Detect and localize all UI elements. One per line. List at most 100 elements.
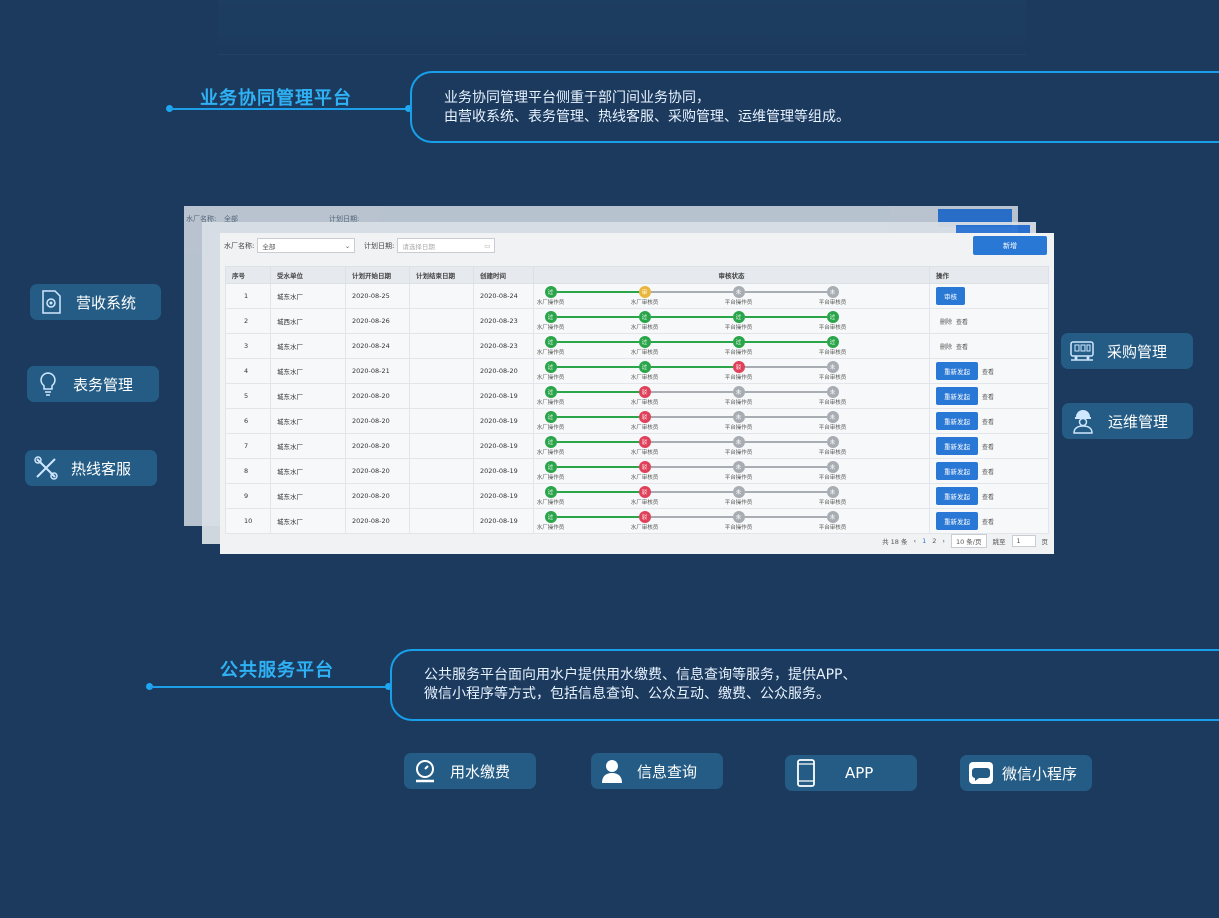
- business-desc-box: 业务协同管理平台侧重于部门间业务协同， 由营收系统、表务管理、热线客服、采购管理…: [410, 71, 1219, 143]
- status-node: 未: [732, 386, 745, 398]
- date-input[interactable]: 请选择日期 ▭: [397, 238, 496, 253]
- table-row: 5 城东水厂 2020-08-20 2020-08-19 过水厂操作员驳水厂审核员未平台…: [225, 383, 1049, 409]
- prev-page-icon[interactable]: ‹: [913, 537, 916, 545]
- view-link[interactable]: 查看: [982, 444, 994, 451]
- business-desc-line1: 业务协同管理平台侧重于部门间业务协同，: [444, 90, 710, 106]
- cell-action: 重新发起 查看: [929, 433, 1049, 459]
- service-app[interactable]: APP: [785, 755, 917, 791]
- status-node: 未: [826, 286, 839, 298]
- status-node-label: 水厂审核员: [630, 375, 659, 381]
- module-operations-label: 运维管理: [1108, 412, 1169, 431]
- module-procurement[interactable]: 采购管理: [1061, 333, 1193, 369]
- resubmit-button[interactable]: 重新发起: [936, 487, 978, 505]
- status-node-label: 平台审核员: [818, 500, 847, 506]
- review-button[interactable]: 审核: [936, 287, 965, 305]
- page-size-select[interactable]: 10 条/页: [950, 534, 987, 548]
- status-node-label: 水厂审核员: [630, 300, 659, 306]
- header-action: 操作: [929, 266, 1049, 284]
- status-node-label: 平台操作员: [724, 300, 753, 306]
- cell-end: [409, 308, 474, 334]
- resubmit-button[interactable]: 重新发起: [936, 362, 978, 380]
- view-link[interactable]: 查看: [956, 319, 968, 326]
- plant-select[interactable]: 全部 ⌄: [257, 238, 356, 253]
- cell-start: 2020-08-20: [345, 458, 410, 484]
- service-info-query-label: 信息查询: [637, 762, 698, 781]
- status-node: 过: [544, 461, 557, 473]
- status-node: 过: [544, 411, 557, 423]
- delete-link[interactable]: 删除: [940, 344, 952, 351]
- cell-start: 2020-08-21: [345, 358, 410, 384]
- view-link[interactable]: 查看: [982, 419, 994, 426]
- view-link[interactable]: 查看: [956, 344, 968, 351]
- status-node-label: 平台操作员: [724, 500, 753, 506]
- resubmit-button[interactable]: 重新发起: [936, 512, 978, 530]
- status-node-label: 平台操作员: [724, 475, 753, 481]
- service-water-payment[interactable]: 用水缴费: [404, 753, 536, 789]
- cell-action: 重新发起 查看: [929, 383, 1049, 409]
- table-row: 7 城东水厂 2020-08-20 2020-08-19 过水厂操作员驳水厂审核员未平台…: [225, 433, 1049, 459]
- module-hotline[interactable]: 热线客服: [25, 450, 157, 486]
- cell-action: 重新发起 查看: [929, 458, 1049, 484]
- cell-unit: 城东水厂: [270, 408, 346, 434]
- status-node: 过: [544, 511, 557, 523]
- status-node: 未: [826, 511, 839, 523]
- status-node-label: 平台审核员: [818, 525, 847, 531]
- resubmit-button[interactable]: 重新发起: [936, 412, 978, 430]
- status-node: 过: [732, 336, 745, 348]
- status-node: 驳: [638, 436, 651, 448]
- train-icon: [1069, 338, 1095, 364]
- resubmit-button[interactable]: 重新发起: [936, 462, 978, 480]
- audit-stepper: 过水厂操作员 驳水厂审核员 未平台操作员 未平台审核员: [537, 384, 927, 408]
- status-node: 审: [638, 286, 651, 298]
- audit-stepper: 过水厂操作员 驳水厂审核员 未平台操作员 未平台审核员: [537, 409, 927, 433]
- status-node-label: 水厂审核员: [630, 425, 659, 431]
- next-page-icon[interactable]: ›: [942, 537, 945, 545]
- table-row: 10 城东水厂 2020-08-20 2020-08-19 过水厂操作员驳水厂审核员未平…: [225, 508, 1049, 534]
- table-row: 2 城西水厂 2020-08-26 2020-08-23 过水厂操作员过水厂审核员过平台…: [225, 308, 1049, 334]
- stepper-connector: [556, 441, 639, 443]
- user-icon: [599, 758, 625, 784]
- status-node-label: 水厂操作员: [536, 325, 565, 331]
- goto-input[interactable]: 1: [1011, 535, 1036, 547]
- view-link[interactable]: 查看: [982, 469, 994, 476]
- status-node-label: 平台操作员: [724, 450, 753, 456]
- view-link[interactable]: 查看: [982, 519, 994, 526]
- stepper-connector: [650, 316, 733, 318]
- module-operations[interactable]: 运维管理: [1062, 403, 1193, 439]
- cell-unit: 城东水厂: [270, 383, 346, 409]
- table-row: 8 城东水厂 2020-08-20 2020-08-19 过水厂操作员驳水厂审核员未平台…: [225, 458, 1049, 484]
- status-node: 驳: [732, 361, 745, 373]
- business-desc-line2: 由营收系统、表务管理、热线客服、采购管理、运维管理等组成。: [444, 109, 850, 125]
- module-revenue[interactable]: 营收系统: [30, 284, 161, 320]
- cell-end: [409, 383, 474, 409]
- add-button[interactable]: 新增: [973, 236, 1047, 255]
- view-link[interactable]: 查看: [982, 369, 994, 376]
- status-node-label: 水厂操作员: [536, 500, 565, 506]
- cell-action: 删除 查看: [929, 333, 1049, 359]
- resubmit-button[interactable]: 重新发起: [936, 387, 978, 405]
- cell-start: 2020-08-24: [345, 333, 410, 359]
- cell-unit: 城东水厂: [270, 358, 346, 384]
- resubmit-button[interactable]: 重新发起: [936, 437, 978, 455]
- status-node-label: 平台审核员: [818, 350, 847, 356]
- module-meter[interactable]: 表务管理: [27, 366, 159, 402]
- status-node-label: 平台操作员: [724, 525, 753, 531]
- page-2[interactable]: 2: [932, 537, 936, 545]
- status-node: 驳: [638, 411, 651, 423]
- cell-end: [409, 458, 474, 484]
- stepper-connector: [650, 416, 733, 418]
- cell-action: 重新发起 查看: [929, 508, 1049, 534]
- service-info-query[interactable]: 信息查询: [591, 753, 723, 789]
- cell-status: 过水厂操作员 驳水厂审核员 未平台操作员 未平台审核员: [533, 458, 930, 484]
- status-node-label: 平台审核员: [818, 450, 847, 456]
- status-node-label: 水厂审核员: [630, 325, 659, 331]
- service-mini-program[interactable]: 微信小程序: [960, 755, 1092, 791]
- page-1[interactable]: 1: [922, 537, 926, 545]
- service-app-label: APP: [845, 764, 874, 782]
- view-link[interactable]: 查看: [982, 494, 994, 501]
- status-node-label: 平台审核员: [818, 325, 847, 331]
- status-node-label: 水厂操作员: [536, 300, 565, 306]
- delete-link[interactable]: 删除: [940, 319, 952, 326]
- view-link[interactable]: 查看: [982, 394, 994, 401]
- service-water-payment-label: 用水缴费: [450, 762, 511, 781]
